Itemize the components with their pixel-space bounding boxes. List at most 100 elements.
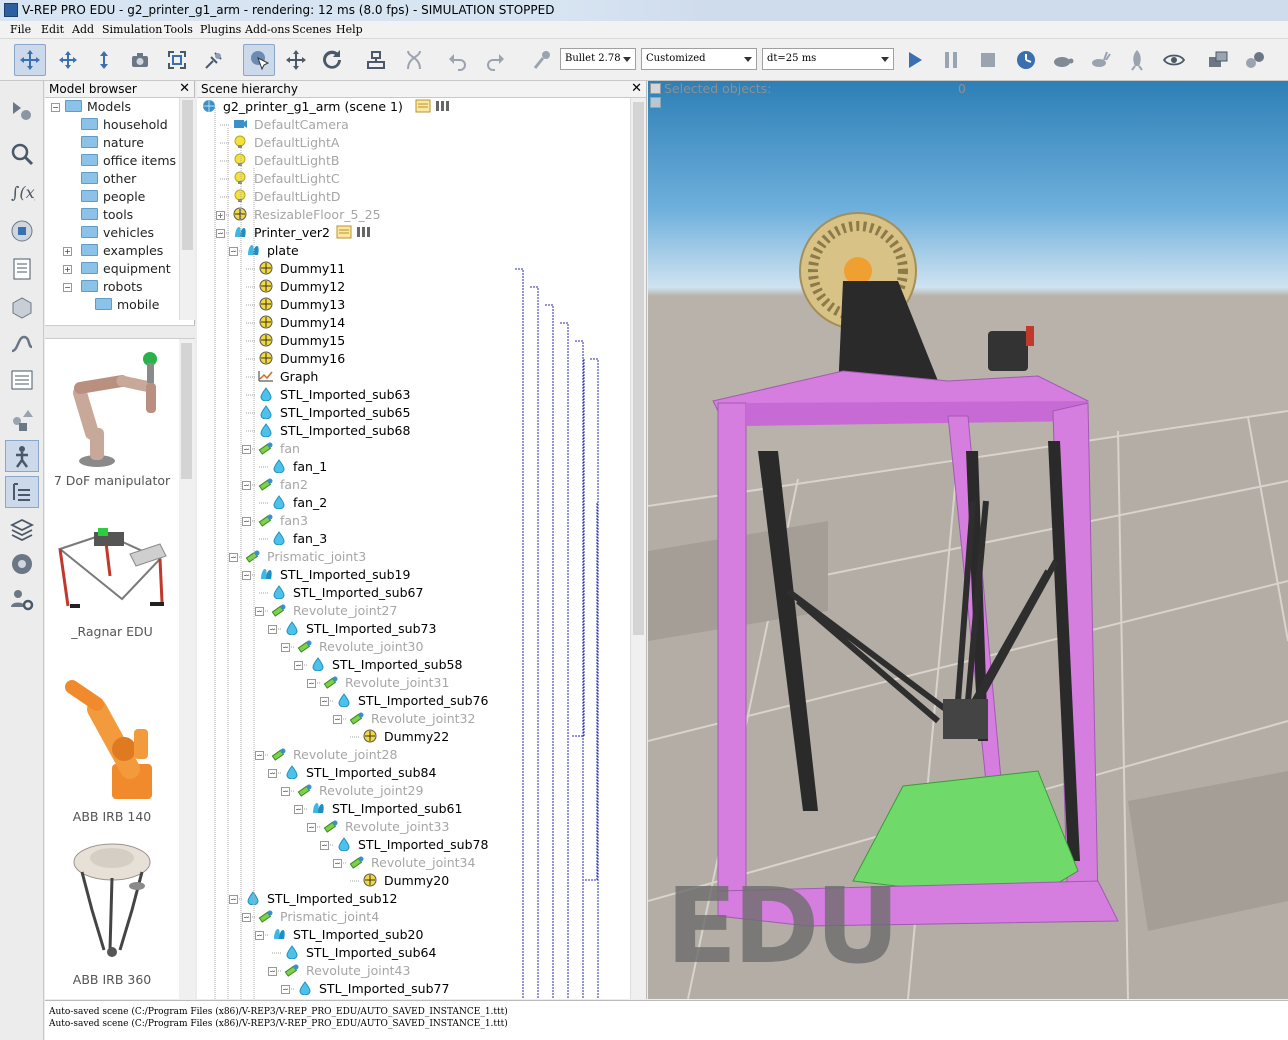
pause-icon[interactable] bbox=[935, 44, 967, 76]
expand-toggle[interactable]: − bbox=[320, 841, 329, 850]
scene-node[interactable]: Dummy11 bbox=[258, 260, 345, 278]
rotate-object-icon[interactable] bbox=[316, 44, 348, 76]
scene-node[interactable]: DefaultLightA bbox=[232, 134, 339, 152]
selection-icon[interactable] bbox=[5, 328, 39, 360]
pages-icon[interactable] bbox=[5, 513, 39, 545]
scene-node[interactable]: ResizableFloor_5_25 bbox=[232, 206, 381, 224]
expand-toggle[interactable]: − bbox=[268, 625, 277, 634]
select-icon[interactable] bbox=[243, 44, 275, 76]
expand-toggle[interactable]: − bbox=[333, 715, 342, 724]
folder-office-items[interactable]: office items bbox=[81, 152, 176, 170]
menu-addons[interactable]: Add-ons bbox=[245, 23, 290, 36]
folder-mobile[interactable]: mobile bbox=[95, 296, 159, 314]
calculation-modules-icon[interactable] bbox=[5, 138, 39, 170]
page-selector-icon[interactable] bbox=[1202, 44, 1234, 76]
expand-toggle[interactable]: − bbox=[281, 643, 290, 652]
play-icon[interactable] bbox=[898, 44, 930, 76]
folder-other[interactable]: other bbox=[81, 170, 136, 188]
scene-node[interactable]: fan_3 bbox=[271, 530, 327, 548]
scene-node[interactable]: DefaultLightC bbox=[232, 170, 340, 188]
scene-node[interactable]: STL_Imported_sub63 bbox=[258, 386, 410, 404]
panel-splitter[interactable] bbox=[45, 325, 195, 339]
timestep-select[interactable]: dt=25 ms bbox=[762, 48, 894, 70]
expand-toggle[interactable]: − bbox=[268, 769, 277, 778]
rotate-camera-icon[interactable] bbox=[52, 44, 84, 76]
scene-node[interactable]: DefaultLightB bbox=[232, 152, 339, 170]
expand-toggle[interactable]: + bbox=[216, 211, 225, 220]
scene-node[interactable]: STL_Imported_sub73 bbox=[284, 620, 436, 638]
scene-node[interactable]: Printer_ver2 bbox=[232, 224, 378, 242]
folder-models[interactable]: Models bbox=[65, 98, 131, 116]
scene-node[interactable]: fan2 bbox=[258, 476, 308, 494]
fit-to-view-icon[interactable] bbox=[161, 44, 193, 76]
thumbnails-scrollbar[interactable] bbox=[179, 339, 195, 999]
scene-node[interactable]: STL_Imported_sub78 bbox=[336, 836, 488, 854]
folder-equipment[interactable]: equipment bbox=[81, 260, 171, 278]
expand-toggle[interactable]: − bbox=[229, 895, 238, 904]
scene-node[interactable]: Revolute_joint30 bbox=[297, 638, 423, 656]
scene-node[interactable]: Dummy15 bbox=[258, 332, 345, 350]
script-icon[interactable] bbox=[415, 99, 431, 113]
customization-script-icon[interactable] bbox=[435, 99, 451, 113]
expand-toggle[interactable]: − bbox=[255, 931, 264, 940]
scene-node[interactable]: STL_Imported_sub67 bbox=[271, 584, 423, 602]
user-settings-icon[interactable] bbox=[5, 584, 39, 616]
scene-node[interactable]: Dummy14 bbox=[258, 314, 345, 332]
folder-robots[interactable]: robots bbox=[81, 278, 143, 296]
thumbnail-abb-irb-140[interactable]: ABB IRB 140 bbox=[45, 669, 179, 824]
close-icon[interactable]: ✕ bbox=[179, 81, 190, 97]
thumbnail-abb-irb-360[interactable]: ABB IRB 360 bbox=[45, 832, 179, 987]
scene-node[interactable]: Revolute_joint31 bbox=[323, 674, 449, 692]
menu-scenes[interactable]: Scenes bbox=[292, 23, 331, 36]
customization-script-icon[interactable] bbox=[356, 225, 372, 239]
scene-node[interactable]: STL_Imported_sub12 bbox=[245, 890, 397, 908]
translate-object-icon[interactable] bbox=[280, 44, 312, 76]
scene-node[interactable]: Dummy12 bbox=[258, 278, 345, 296]
scene-node[interactable]: STL_Imported_sub64 bbox=[284, 944, 436, 962]
expand-toggle[interactable]: − bbox=[255, 751, 264, 760]
close-icon[interactable]: ✕ bbox=[631, 81, 642, 97]
expand-toggle[interactable]: − bbox=[333, 859, 342, 868]
manipulate-icon[interactable] bbox=[198, 44, 230, 76]
expand-toggle[interactable]: − bbox=[216, 229, 225, 238]
scripts-icon[interactable] bbox=[5, 215, 39, 247]
stop-icon[interactable] bbox=[972, 44, 1004, 76]
speed-up-icon[interactable] bbox=[1084, 44, 1116, 76]
folder-people[interactable]: people bbox=[81, 188, 145, 206]
view-toggle-button[interactable] bbox=[650, 97, 661, 108]
expand-toggle[interactable]: − bbox=[242, 571, 251, 580]
camera-angle-icon[interactable] bbox=[124, 44, 156, 76]
scene-node[interactable]: Dummy20 bbox=[362, 872, 449, 890]
scene-node[interactable]: Dummy22 bbox=[362, 728, 449, 746]
expand-toggle[interactable]: − bbox=[294, 805, 303, 814]
expand-toggle[interactable]: − bbox=[255, 607, 264, 616]
scene-node[interactable]: Revolute_joint27 bbox=[271, 602, 397, 620]
engine-select[interactable]: Bullet 2.78 bbox=[560, 48, 636, 70]
scene-node[interactable]: Revolute_joint34 bbox=[349, 854, 475, 872]
folder-examples[interactable]: examples bbox=[81, 242, 163, 260]
shift-camera-icon[interactable] bbox=[88, 44, 120, 76]
folder-tree-scrollbar[interactable] bbox=[179, 98, 195, 320]
settings-select[interactable]: Customized bbox=[641, 48, 757, 70]
realtime-icon[interactable] bbox=[1010, 44, 1042, 76]
scene-node[interactable]: Dummy16 bbox=[258, 350, 345, 368]
folder-tools[interactable]: tools bbox=[81, 206, 133, 224]
expand-toggle[interactable]: − bbox=[281, 985, 290, 994]
scene-node[interactable]: fan_2 bbox=[271, 494, 327, 512]
menu-tools[interactable]: Tools bbox=[164, 23, 193, 36]
scene-tree-scrollbar[interactable] bbox=[630, 98, 646, 999]
scene-node[interactable]: Revolute_joint28 bbox=[271, 746, 397, 764]
object-properties-icon[interactable] bbox=[5, 95, 39, 127]
scene-node[interactable]: Revolute_joint32 bbox=[349, 710, 475, 728]
expand-toggle[interactable]: − bbox=[307, 823, 316, 832]
expand-toggle[interactable]: − bbox=[242, 445, 251, 454]
scene-node[interactable]: fan bbox=[258, 440, 300, 458]
visualization-icon[interactable] bbox=[1158, 44, 1190, 76]
scene-hierarchy-icon[interactable] bbox=[5, 440, 39, 472]
scene-node[interactable]: Prismatic_joint4 bbox=[258, 908, 379, 926]
scene-node[interactable]: STL_Imported_sub61 bbox=[310, 800, 462, 818]
scene-node[interactable]: Revolute_joint43 bbox=[284, 962, 410, 980]
scene-node[interactable]: Revolute_joint33 bbox=[323, 818, 449, 836]
expand-toggle[interactable]: − bbox=[229, 553, 238, 562]
expand-toggle[interactable]: − bbox=[294, 661, 303, 670]
